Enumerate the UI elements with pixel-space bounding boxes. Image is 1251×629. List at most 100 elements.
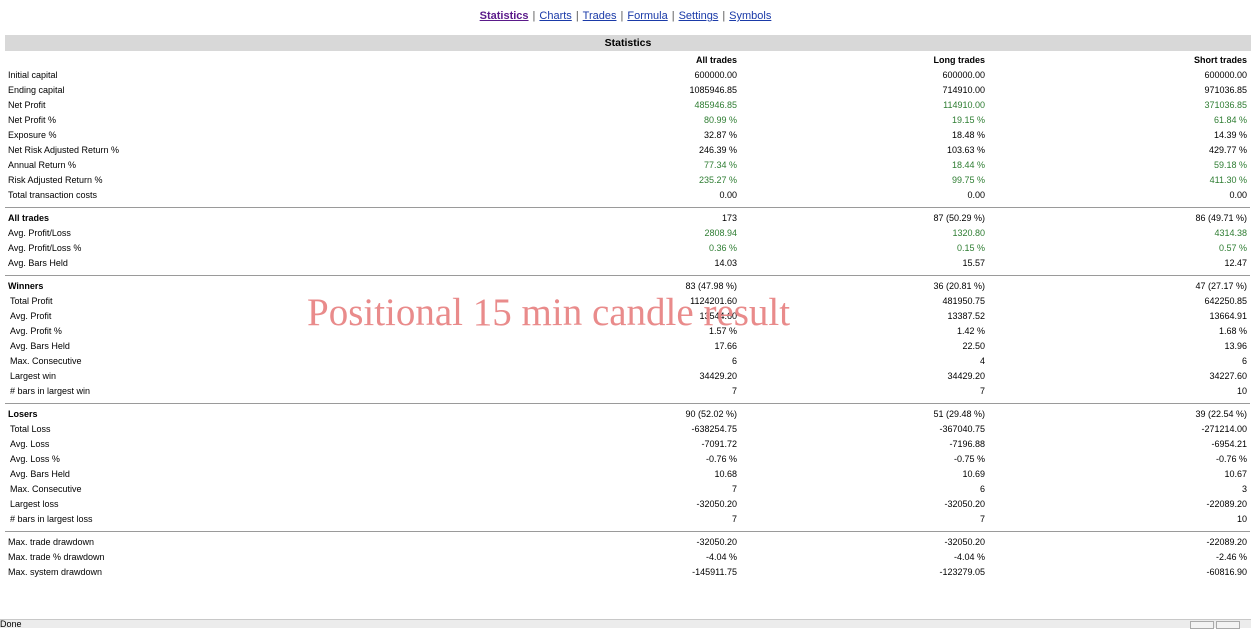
all-trades-value: -32050.20 — [696, 499, 737, 509]
long-trades-value: 36 (20.81 %) — [933, 281, 985, 291]
short-trades-value: 12.47 — [1224, 258, 1247, 268]
row-label: Avg. Loss % — [10, 454, 60, 464]
table-row: Exposure % 32.87 % 18.48 % 14.39 % — [5, 128, 1250, 143]
section-divider — [5, 399, 1250, 407]
row-label: Annual Return % — [8, 160, 77, 170]
column-header-all-trades: All trades — [695, 55, 737, 65]
table-row: Largest loss -32050.20 -32050.20 -22089.20 — [5, 497, 1250, 512]
all-trades-value: -638254.75 — [691, 424, 737, 434]
long-trades-value: 114910.00 — [943, 100, 985, 110]
all-trades-value: 7 — [731, 484, 737, 494]
long-trades-value: 0.15 % — [956, 243, 985, 253]
short-trades-value: 6 — [1241, 356, 1247, 366]
long-trades-value: 99.75 % — [951, 175, 985, 185]
long-trades-value: 0.00 — [967, 190, 985, 200]
long-trades-value: 7 — [979, 386, 985, 396]
all-trades-value: -7091.72 — [701, 439, 737, 449]
nav-link-statistics[interactable]: Statistics — [480, 10, 529, 22]
table-row: Total Loss -638254.75 -367040.75 -271214.00 — [5, 422, 1250, 437]
nav-link-trades[interactable]: Trades — [583, 10, 617, 22]
short-trades-value: 411.30 % — [1209, 175, 1247, 185]
table-row: Avg. Profit 13544.60 13387.52 13664.91 — [5, 309, 1250, 324]
nav-link-formula[interactable]: Formula — [627, 10, 667, 22]
column-header-label — [5, 53, 375, 68]
short-trades-value: -2.46 % — [1215, 552, 1247, 562]
long-trades-value: -7196.88 — [949, 439, 985, 449]
short-trades-value: 61.84 % — [1213, 115, 1247, 125]
nav-separator: | — [722, 10, 726, 22]
long-trades-value: 19.15 % — [951, 115, 985, 125]
status-panel — [1216, 621, 1240, 629]
long-trades-value: 1320.80 — [952, 228, 985, 238]
statistics-header: Statistics — [5, 35, 1251, 51]
all-trades-value: 2808.94 — [704, 228, 737, 238]
all-trades-value: 77.34 % — [703, 160, 737, 170]
short-trades-value: 13664.91 — [1209, 311, 1247, 321]
all-trades-value: 83 (47.98 %) — [685, 281, 737, 291]
long-trades-value: 51 (29.48 %) — [933, 409, 985, 419]
top-navigation: Statistics | Charts | Trades | Formula | Setting… — [0, 10, 1251, 22]
nav-link-symbols[interactable]: Symbols — [729, 10, 771, 22]
all-trades-value: 1085946.85 — [689, 85, 737, 95]
long-trades-value: 6 — [979, 484, 985, 494]
long-trades-value: 18.44 % — [951, 160, 985, 170]
long-trades-value: 714910.00 — [942, 85, 985, 95]
all-trades-value: -0.76 % — [705, 454, 737, 464]
long-trades-value: 1.42 % — [956, 326, 985, 336]
row-label: # bars in largest loss — [10, 514, 93, 524]
all-trades-value: 485946.85 — [694, 100, 737, 110]
row-label: Net Profit — [8, 100, 46, 110]
nav-separator: | — [620, 10, 624, 22]
row-label: Avg. Profit/Loss % — [8, 243, 82, 253]
all-trades-value: 80.99 % — [703, 115, 737, 125]
row-label: Avg. Bars Held — [10, 469, 70, 479]
row-label: Avg. Profit % — [10, 326, 62, 336]
nav-link-settings[interactable]: Settings — [679, 10, 719, 22]
row-label: All trades — [8, 213, 50, 223]
short-trades-value: 86 (49.71 %) — [1195, 213, 1247, 223]
all-trades-value: 32.87 % — [703, 130, 737, 140]
divider-line — [5, 274, 1250, 276]
section-divider — [5, 271, 1250, 279]
table-row: Max. Consecutive 7 6 3 — [5, 482, 1250, 497]
short-trades-value: 642250.85 — [1204, 296, 1247, 306]
row-label: Total Profit — [10, 296, 53, 306]
all-trades-value: 173 — [721, 213, 737, 223]
row-label: Initial capital — [8, 70, 58, 80]
long-trades-value: -32050.20 — [944, 499, 985, 509]
section-row: All trades 173 87 (50.29 %) 86 (49.71 %) — [5, 211, 1250, 226]
long-trades-value: 34429.20 — [947, 371, 985, 381]
long-trades-value: 13387.52 — [947, 311, 985, 321]
nav-link-charts[interactable]: Charts — [539, 10, 571, 22]
table-row: Ending capital 1085946.85 714910.00 971036.… — [5, 83, 1250, 98]
section-divider — [5, 203, 1250, 211]
table-row: # bars in largest loss 7 7 10 — [5, 512, 1250, 527]
row-label: Largest loss — [10, 499, 59, 509]
table-row: # bars in largest win 7 7 10 — [5, 384, 1250, 399]
all-trades-value: 6 — [731, 356, 737, 366]
long-trades-value: 600000.00 — [942, 70, 985, 80]
long-trades-value: 15.57 — [962, 258, 985, 268]
all-trades-value: 1124201.60 — [690, 296, 737, 306]
all-trades-value: 7 — [731, 514, 737, 524]
short-trades-value: -60816.90 — [1206, 567, 1247, 577]
short-trades-value: -22089.20 — [1206, 537, 1247, 547]
short-trades-value: -271214.00 — [1201, 424, 1247, 434]
row-label: Avg. Profit — [10, 311, 52, 321]
short-trades-value: 59.18 % — [1213, 160, 1247, 170]
row-label: Avg. Bars Held — [8, 258, 68, 268]
all-trades-value: 90 (52.02 %) — [685, 409, 737, 419]
row-label: Max. trade % drawdown — [8, 552, 105, 562]
table-row: Max. system drawdown -145911.75 -123279.05… — [5, 565, 1250, 580]
long-trades-value: 87 (50.29 %) — [933, 213, 985, 223]
all-trades-value: 17.66 — [714, 341, 737, 351]
all-trades-value: -32050.20 — [696, 537, 737, 547]
table-row: Net Profit 485946.85 114910.00 371036.85 — [5, 98, 1250, 113]
all-trades-value: 246.39 % — [698, 145, 737, 155]
section-row: Winners 83 (47.98 %) 36 (20.81 %) 47 (27.17… — [5, 279, 1250, 294]
long-trades-value: -4.04 % — [953, 552, 985, 562]
table-row: Avg. Bars Held 17.66 22.50 13.96 — [5, 339, 1250, 354]
all-trades-value: 14.03 — [714, 258, 737, 268]
long-trades-value: 22.50 — [962, 341, 985, 351]
short-trades-value: 14.39 % — [1213, 130, 1247, 140]
